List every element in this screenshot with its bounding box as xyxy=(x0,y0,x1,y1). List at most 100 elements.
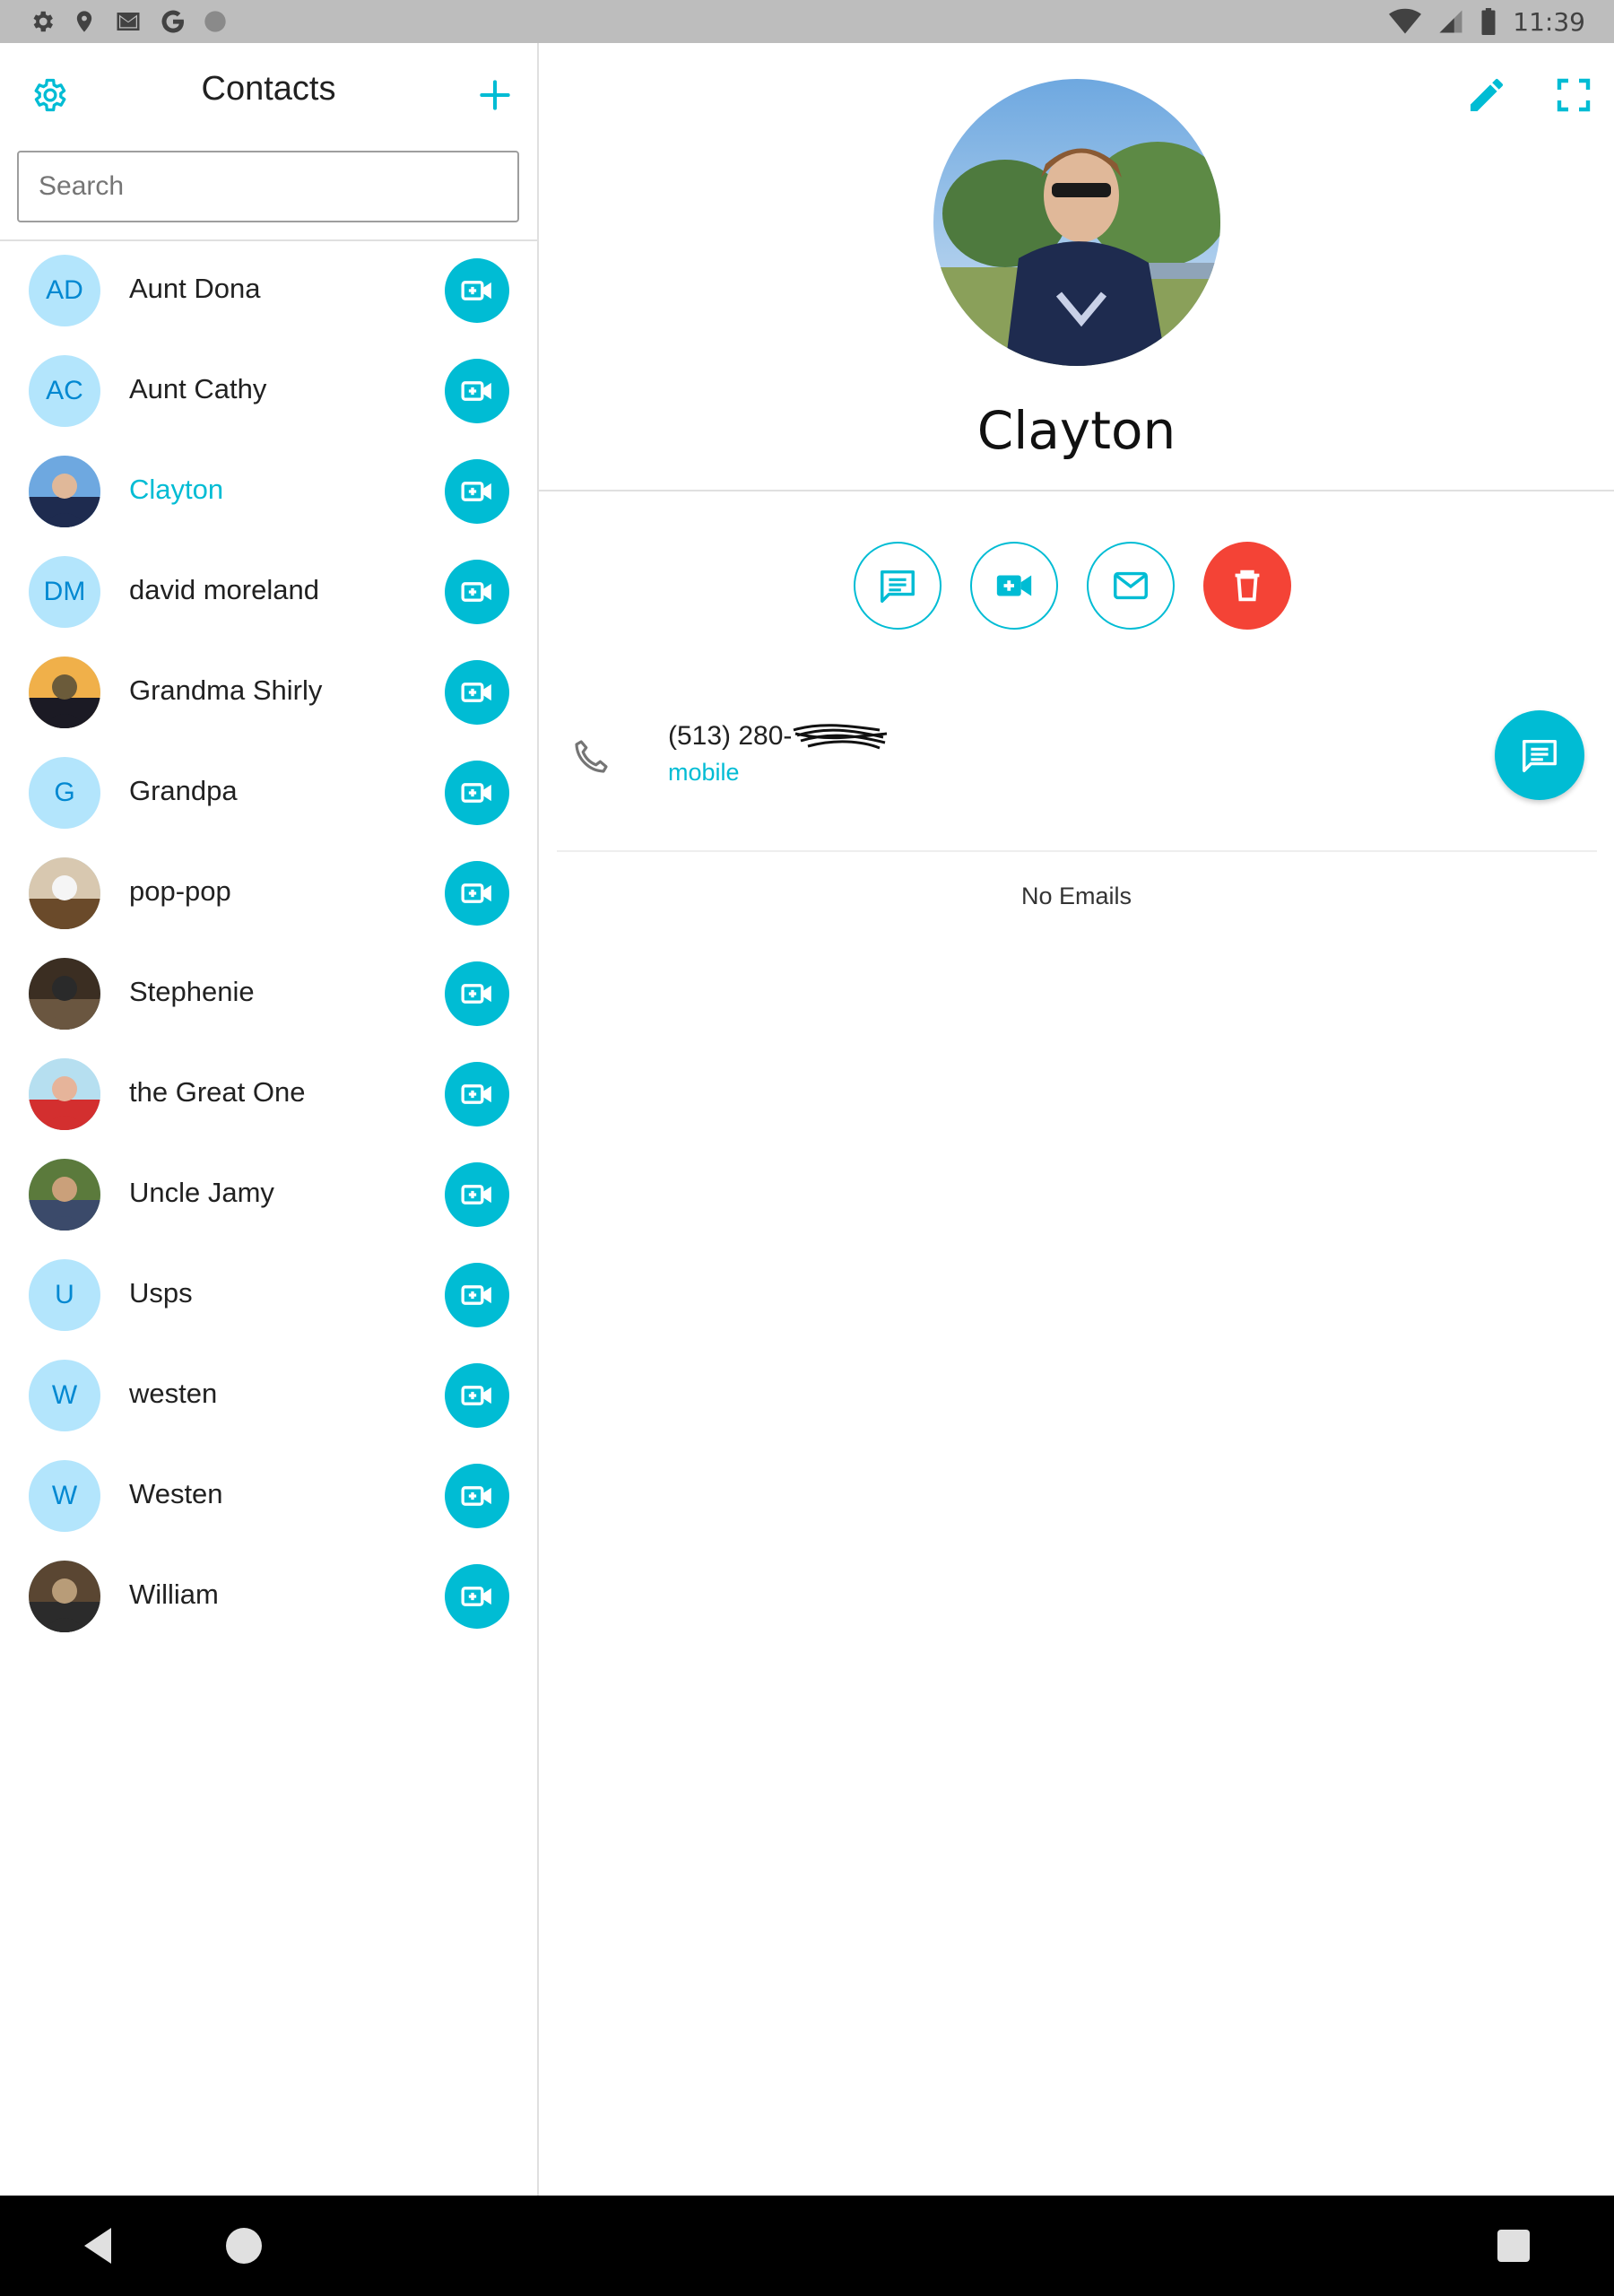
video-call-icon xyxy=(461,1386,491,1405)
contact-row[interactable]: AC Aunt Cathy xyxy=(0,341,537,441)
contact-name: david moreland xyxy=(129,574,319,605)
contact-detail-panel: Clayton (513) 280- mobile No Emails xyxy=(539,43,1614,2196)
fullscreen-icon xyxy=(1557,78,1591,112)
video-call-icon xyxy=(461,482,491,501)
message-icon xyxy=(1523,739,1557,772)
video-call-button[interactable] xyxy=(445,258,509,323)
search-box xyxy=(17,151,519,222)
back-triangle-icon xyxy=(84,2228,111,2264)
avatar: AC xyxy=(29,355,100,427)
contact-name: Uncle Jamy xyxy=(129,1177,274,1208)
contact-row[interactable]: Wwesten xyxy=(0,1345,537,1446)
video-call-icon xyxy=(461,381,491,401)
message-button[interactable] xyxy=(854,542,941,630)
location-pin-icon xyxy=(72,8,97,35)
divider xyxy=(539,490,1614,491)
back-button[interactable] xyxy=(81,2226,115,2270)
contact-row[interactable]: Clayton xyxy=(0,441,537,542)
avatar: G xyxy=(29,757,100,829)
video-call-button[interactable] xyxy=(445,459,509,524)
contact-list: AD Aunt Dona AC Aunt Cathy Clayton DM david mo… xyxy=(0,240,537,1647)
video-call-icon xyxy=(461,1285,491,1305)
contact-row[interactable]: Uncle Jamy xyxy=(0,1144,537,1245)
search-input[interactable] xyxy=(17,151,519,222)
gmail-icon xyxy=(113,8,143,35)
send-sms-button[interactable] xyxy=(1495,710,1584,800)
plus-icon xyxy=(480,80,510,110)
contact-row[interactable]: Stephenie xyxy=(0,944,537,1044)
contact-row[interactable]: William xyxy=(0,1546,537,1647)
contact-name: William xyxy=(129,1578,219,1610)
avatar: W xyxy=(29,1360,100,1431)
contact-row[interactable]: Grandma Shirly xyxy=(0,642,537,743)
avatar xyxy=(29,657,100,728)
video-call-button[interactable] xyxy=(445,1062,509,1126)
avatar xyxy=(29,958,100,1030)
message-icon xyxy=(881,570,915,603)
contact-row[interactable]: AD Aunt Dona xyxy=(0,240,537,341)
status-left-icons xyxy=(29,8,228,35)
phone-icon xyxy=(569,735,612,778)
contacts-header: Contacts xyxy=(0,43,537,144)
contact-row[interactable]: the Great One xyxy=(0,1044,537,1144)
avatar xyxy=(29,1159,100,1231)
fullscreen-button[interactable] xyxy=(1552,74,1595,117)
contact-name: Usps xyxy=(129,1277,193,1309)
video-call-button[interactable] xyxy=(445,1263,509,1327)
video-call-icon xyxy=(461,984,491,1004)
contact-row[interactable]: G Grandpa xyxy=(0,743,537,843)
video-call-button[interactable] xyxy=(445,1162,509,1227)
avatar xyxy=(29,456,100,527)
contact-name: Grandma Shirly xyxy=(129,674,323,706)
contact-row[interactable]: DM david moreland xyxy=(0,542,537,642)
add-contact-button[interactable] xyxy=(475,75,515,115)
contact-name: Clayton xyxy=(129,474,224,505)
contact-name: Aunt Cathy xyxy=(129,373,267,404)
video-call-button[interactable] xyxy=(445,359,509,423)
video-call-icon xyxy=(461,1587,491,1606)
contact-row[interactable]: pop-pop xyxy=(0,843,537,944)
video-call-button[interactable] xyxy=(445,961,509,1026)
video-call-icon xyxy=(461,783,491,803)
gear-icon xyxy=(29,8,56,35)
avatar: W xyxy=(29,1460,100,1532)
edit-button[interactable] xyxy=(1465,74,1508,117)
navigation-bar xyxy=(0,2196,1614,2296)
video-call-button[interactable] xyxy=(445,761,509,825)
recents-button[interactable] xyxy=(1497,2230,1530,2262)
status-bar: 11:39 xyxy=(0,0,1614,43)
pencil-icon xyxy=(1471,78,1503,111)
page-title: Contacts xyxy=(201,70,336,108)
video-call-icon xyxy=(461,1486,491,1506)
circle-icon xyxy=(203,9,228,34)
contact-row[interactable]: W Westen xyxy=(0,1446,537,1546)
home-button[interactable] xyxy=(226,2228,262,2264)
video-call-icon xyxy=(461,1185,491,1205)
avatar: AD xyxy=(29,255,100,326)
status-right-icons: 11:39 xyxy=(1389,7,1585,37)
video-call-button[interactable] xyxy=(445,1464,509,1528)
video-call-button[interactable] xyxy=(445,861,509,926)
contact-name: Westen xyxy=(129,1478,223,1509)
wifi-icon xyxy=(1389,8,1422,35)
video-call-button[interactable] xyxy=(970,542,1058,630)
avatar xyxy=(29,857,100,929)
avatar: DM xyxy=(29,556,100,628)
status-time: 11:39 xyxy=(1513,6,1585,37)
phone-number: (513) 280- xyxy=(668,721,793,751)
contact-name: pop-pop xyxy=(129,875,231,907)
contact-name: Aunt Dona xyxy=(129,273,261,304)
avatar xyxy=(29,1561,100,1632)
video-call-icon xyxy=(461,883,491,903)
video-call-button[interactable] xyxy=(445,1363,509,1428)
delete-button[interactable] xyxy=(1203,542,1291,630)
video-call-button[interactable] xyxy=(445,1564,509,1629)
video-call-button[interactable] xyxy=(445,660,509,725)
contact-name: the Great One xyxy=(129,1076,306,1108)
video-call-button[interactable] xyxy=(445,560,509,624)
contact-row[interactable]: U Usps xyxy=(0,1245,537,1345)
avatar xyxy=(29,1058,100,1130)
email-button[interactable] xyxy=(1087,542,1175,630)
contact-name: Clayton xyxy=(976,400,1176,461)
profile-photo xyxy=(933,79,1220,366)
